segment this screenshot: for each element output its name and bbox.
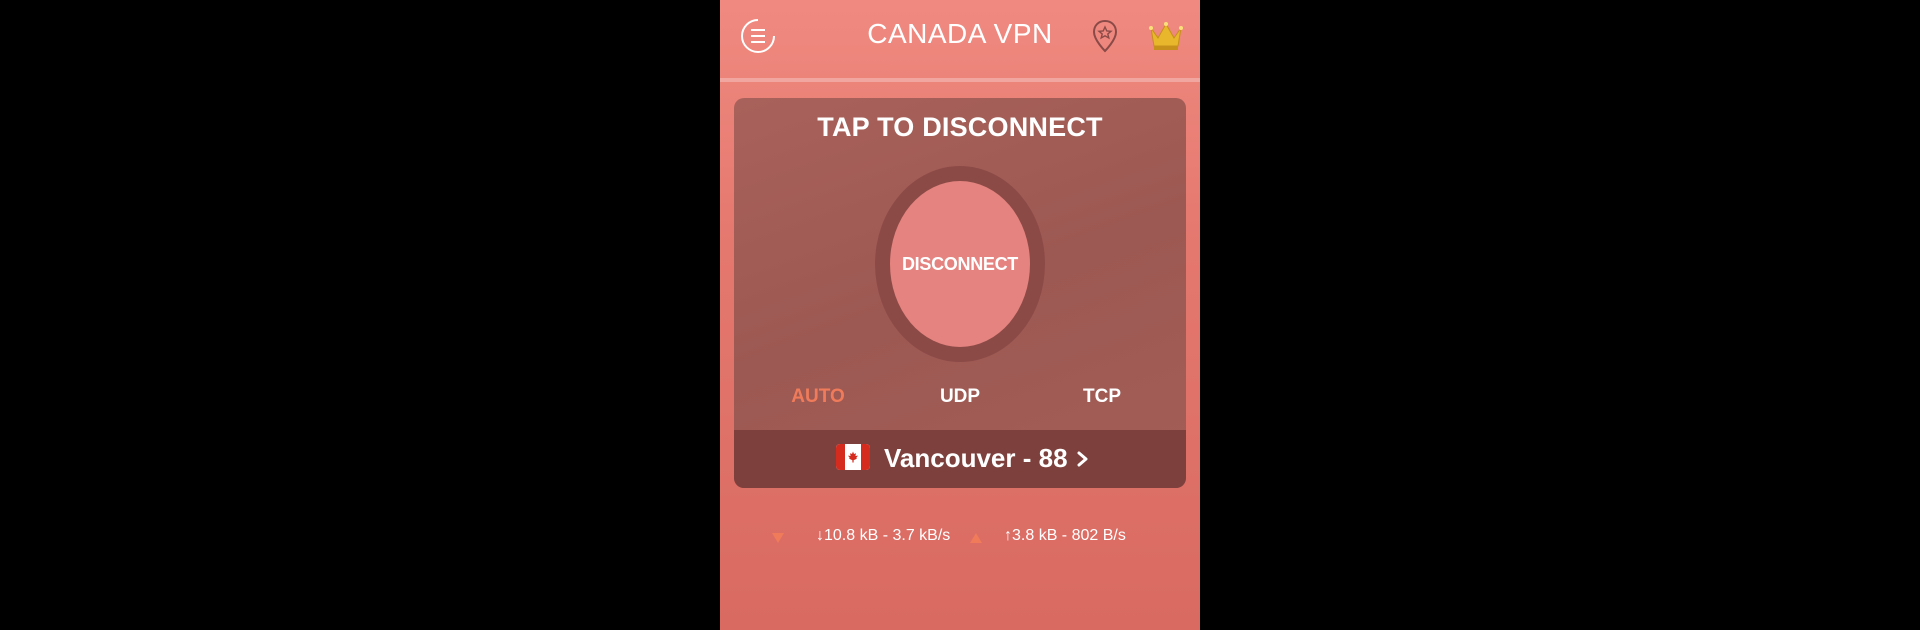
protocol-selector: AUTO UDP TCP xyxy=(734,386,1186,412)
location-pin-icon xyxy=(1092,19,1118,53)
disconnect-button[interactable]: DISCONNECT xyxy=(875,166,1045,362)
protocol-tcp[interactable]: TCP xyxy=(1042,386,1162,408)
server-name: Vancouver - 88 xyxy=(884,443,1068,473)
download-triangle-icon xyxy=(772,533,784,543)
premium-button[interactable] xyxy=(1148,20,1184,52)
chevron-right-icon xyxy=(1077,451,1088,467)
traffic-stats: ↓10.8 kB - 3.7 kB/s ↑3.8 kB - 802 B/s xyxy=(720,525,1200,551)
upload-stats: ↑3.8 kB - 802 B/s xyxy=(1004,527,1126,544)
protocol-auto[interactable]: AUTO xyxy=(758,386,878,408)
top-bar: CANADA VPN xyxy=(720,0,1200,82)
app-screen: CANADA VPN TAP TO DISCONNECT DISCONNECT … xyxy=(720,0,1200,630)
crown-icon xyxy=(1149,22,1183,50)
download-stats: ↓10.8 kB - 3.7 kB/s xyxy=(816,527,951,544)
connection-card: TAP TO DISCONNECT DISCONNECT AUTO UDP TC… xyxy=(734,98,1186,488)
protocol-udp[interactable]: UDP xyxy=(900,386,1020,408)
upload-triangle-icon xyxy=(970,533,982,543)
app-title: CANADA VPN xyxy=(867,18,1053,49)
canada-flag-icon xyxy=(836,444,870,470)
location-button[interactable] xyxy=(1090,18,1120,54)
connection-heading: TAP TO DISCONNECT xyxy=(817,112,1103,142)
server-selector[interactable]: Vancouver - 88 xyxy=(734,430,1186,488)
disconnect-button-label: DISCONNECT xyxy=(890,181,1030,347)
